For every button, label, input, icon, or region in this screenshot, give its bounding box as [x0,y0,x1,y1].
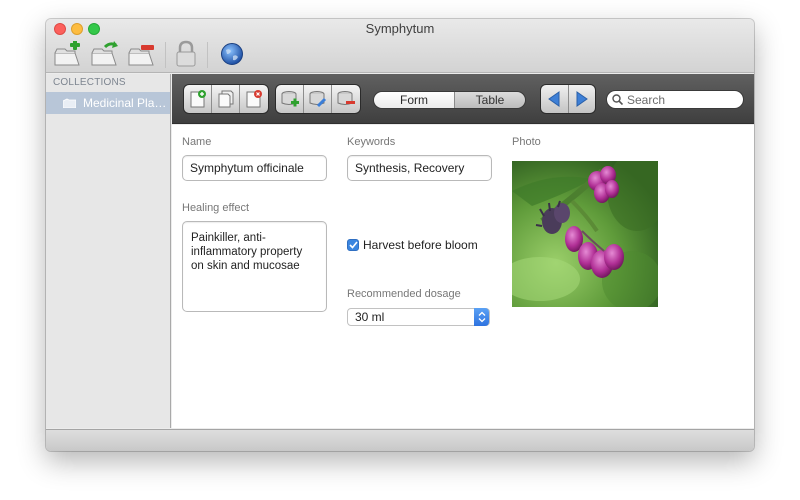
globe-icon [221,43,243,65]
delete-field-button[interactable] [332,85,360,113]
sidebar-header: COLLECTIONS [53,77,126,88]
harvest-checkbox-label: Harvest before bloom [363,238,478,252]
duplicate-collection-button[interactable] [89,40,121,68]
delete-field-icon [337,91,355,105]
photo-label: Photo [512,136,541,148]
search-icon [612,94,623,105]
collection-icon [63,98,76,108]
dosage-select[interactable]: 30 ml [347,308,490,326]
checkmark-icon [348,241,358,249]
name-field[interactable]: Symphytum officinale [182,155,327,181]
new-record-icon [190,90,206,108]
table-view-tab[interactable]: Table [455,92,525,108]
harvest-checkbox-row[interactable]: Harvest before bloom [347,238,478,252]
delete-collection-icon [128,45,154,66]
sidebar-item-medicinal-plants[interactable]: Medicinal Plan... [46,92,170,114]
view-mode-switch: Form Table [373,91,526,109]
delete-collection-button[interactable] [126,40,158,68]
form-view-tab[interactable]: Form [374,92,455,108]
form-view: Name Symphytum officinale Keywords Synth… [172,125,754,428]
chevron-up-down-icon [474,308,489,326]
sidebar-item-label: Medicinal Plan... [83,96,169,110]
name-label: Name [182,136,212,148]
duplicate-collection-icon [91,41,118,66]
toolbar-separator [207,42,208,68]
add-field-icon [281,91,299,107]
next-record-button[interactable] [569,85,596,113]
web-button[interactable] [216,40,248,68]
modify-field-icon [309,91,326,108]
app-window: Symphytum COLLECTIONS Medicinal Plan... … [46,19,754,451]
title-bar: Symphytum [46,19,754,73]
modify-field-button[interactable] [304,85,332,113]
new-record-button[interactable] [184,85,212,113]
toolbar-separator [165,42,166,68]
dosage-value: 30 ml [355,310,385,324]
healing-effect-field[interactable]: Painkiller, anti- inflammatory property … [182,221,327,312]
search-field[interactable] [606,90,744,109]
window-title: Symphytum [365,21,435,36]
healing-effect-label: Healing effect [182,202,250,214]
keywords-field[interactable]: Synthesis, Recovery [347,155,492,181]
delete-record-icon [246,90,262,108]
next-record-icon [576,91,588,107]
harvest-checkbox[interactable] [347,239,359,251]
dosage-label: Recommended dosage [347,288,461,300]
record-navigation [540,84,596,114]
previous-record-button[interactable] [541,85,569,113]
duplicate-record-button[interactable] [212,85,240,113]
duplicate-record-icon [218,90,233,108]
add-collection-icon [54,41,80,66]
previous-record-icon [548,91,560,107]
keywords-label: Keywords [347,136,396,148]
sidebar: COLLECTIONS Medicinal Plan... [46,74,171,428]
record-buttons [183,84,269,114]
lock-button[interactable] [170,40,202,68]
delete-record-button[interactable] [240,85,268,113]
record-toolbar: Form Table [172,74,754,124]
search-input[interactable] [627,92,739,107]
lock-icon [176,40,196,67]
add-collection-button[interactable] [52,40,84,68]
comfrey-flower-photo [512,161,658,307]
field-buttons [275,84,361,114]
photo-field[interactable] [512,161,658,307]
status-bar [46,429,754,451]
add-field-button[interactable] [276,85,304,113]
